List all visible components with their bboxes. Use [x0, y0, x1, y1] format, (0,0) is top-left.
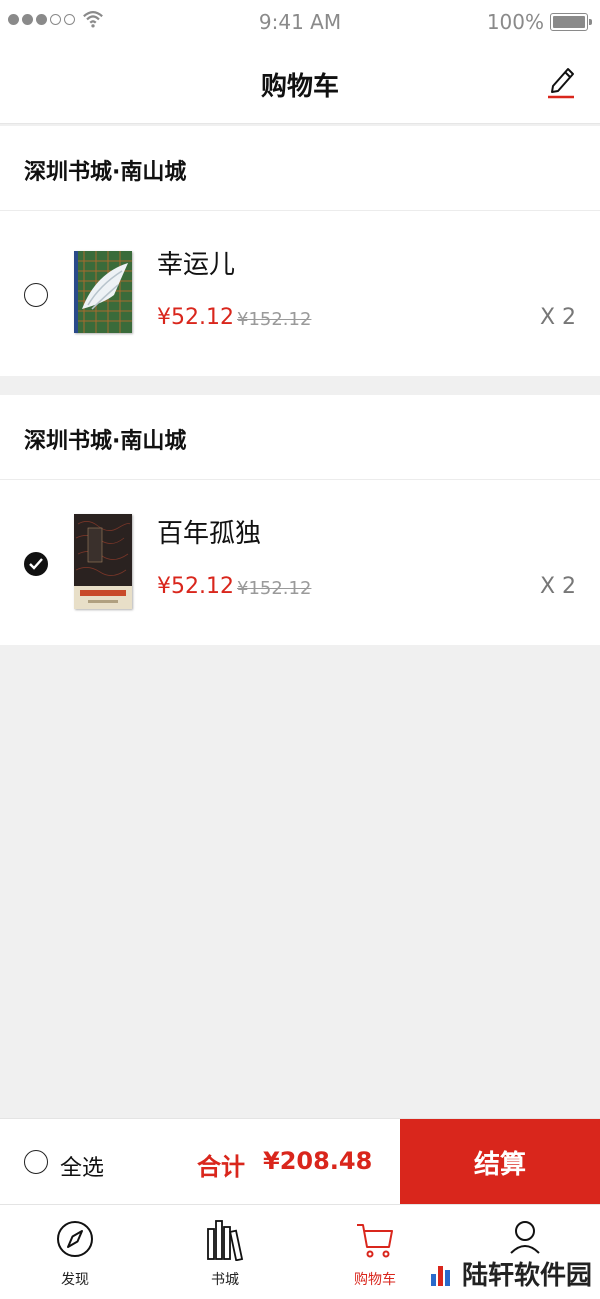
store-header: 深圳书城·南山城: [0, 126, 600, 211]
item-price: ¥52.12: [157, 574, 234, 599]
compass-icon: [57, 1221, 93, 1257]
book-cover-image: [74, 251, 132, 333]
item-original-price: ¥152.12: [237, 309, 312, 330]
tab-label: 书城: [211, 1272, 239, 1288]
tab-label: 发现: [61, 1272, 89, 1288]
battery-percent: 100%: [486, 10, 544, 34]
cart-icon: [357, 1224, 393, 1258]
store-name: 深圳书城·南山城: [24, 160, 187, 185]
book-title[interactable]: 幸运儿: [157, 244, 235, 281]
item-original-price: ¥152.12: [237, 578, 312, 599]
tab-label: 购物车: [354, 1272, 396, 1288]
item-select-radio[interactable]: [24, 552, 48, 576]
pencil-icon[interactable]: [544, 62, 578, 100]
watermark-text: 陆轩软件园: [461, 1261, 592, 1291]
total-label: 合计: [197, 1153, 245, 1181]
store-group: 深圳书城·南山城 幸运儿 ¥52.12 ¥152.12 X 2: [0, 126, 600, 376]
store-name: 深圳书城·南山城: [24, 429, 187, 454]
nav-bar: 购物车: [0, 44, 600, 124]
select-all-radio[interactable]: [24, 1150, 48, 1174]
item-quantity: X 2: [539, 305, 576, 330]
tab-cart[interactable]: 购物车: [300, 1205, 450, 1299]
books-icon: [207, 1220, 244, 1261]
store-group: 深圳书城·南山城 百年孤独 ¥52.12 ¥152.12 X 2: [0, 395, 600, 645]
page-title: 购物车: [260, 72, 339, 102]
watermark: 陆轩软件园: [430, 1255, 592, 1292]
checkout-bar: 全选 合计 ¥208.48 结算: [0, 1118, 600, 1205]
select-all-label[interactable]: 全选: [60, 1150, 104, 1182]
total-amount: ¥208.48: [263, 1147, 373, 1175]
item-price: ¥52.12: [157, 305, 234, 330]
tab-bookstore[interactable]: 书城: [150, 1205, 300, 1299]
cart-item[interactable]: 幸运儿 ¥52.12 ¥152.12 X 2: [0, 211, 600, 375]
watermark-logo-icon: [430, 1265, 450, 1286]
store-header: 深圳书城·南山城: [0, 395, 600, 480]
cart-screen: 9:41 AM 100% 购物车 深圳书城·南山城 幸运儿 ¥52.12 ¥15…: [0, 0, 600, 1299]
checkout-button[interactable]: 结算: [400, 1119, 600, 1205]
tab-discover[interactable]: 发现: [0, 1205, 150, 1299]
cart-item[interactable]: 百年孤独 ¥52.12 ¥152.12 X 2: [0, 480, 600, 644]
tab-bar: 发现 书城 购物车 陆轩软件园: [0, 1204, 600, 1299]
item-select-radio[interactable]: [24, 283, 48, 307]
checkmark-icon: [29, 558, 43, 570]
item-quantity: X 2: [539, 574, 576, 599]
status-bar: 9:41 AM 100%: [0, 0, 600, 44]
book-cover-image: [74, 514, 132, 609]
battery-icon: [550, 13, 592, 31]
book-title[interactable]: 百年孤独: [157, 513, 261, 550]
